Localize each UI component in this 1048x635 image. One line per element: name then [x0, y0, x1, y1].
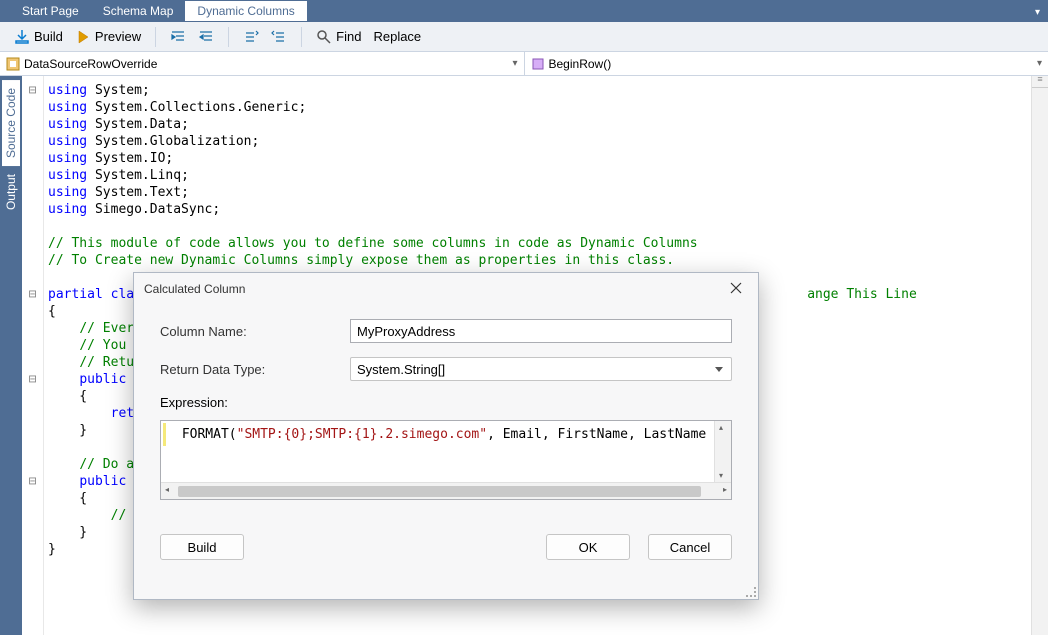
side-tab-output[interactable]: Output — [2, 166, 20, 218]
cancel-button[interactable]: Cancel — [648, 534, 732, 560]
expression-label: Expression: — [160, 395, 732, 410]
dialog-titlebar[interactable]: Calculated Column — [134, 273, 758, 305]
scrollbar-thumb[interactable] — [178, 486, 701, 497]
fold-toggle[interactable]: ⊟ — [22, 286, 43, 303]
find-button[interactable]: Find — [312, 27, 365, 47]
comment-button[interactable] — [239, 27, 263, 47]
preview-button[interactable]: Preview — [71, 27, 145, 47]
uncomment-button[interactable] — [267, 27, 291, 47]
class-name: DataSourceRowOverride — [24, 57, 157, 71]
class-selector[interactable]: DataSourceRowOverride ▾ — [0, 52, 525, 75]
member-navigation: DataSourceRowOverride ▾ BeginRow() ▾ — [0, 52, 1048, 76]
vertical-scrollbar[interactable]: ≡ — [1031, 76, 1048, 635]
column-name-input[interactable] — [350, 319, 732, 343]
method-name: BeginRow() — [549, 57, 612, 71]
outdent-button[interactable] — [194, 27, 218, 47]
dialog-body: Column Name: Return Data Type: System.St… — [134, 305, 758, 514]
dialog-title-text: Calculated Column — [144, 282, 245, 296]
return-type-label: Return Data Type: — [160, 362, 350, 377]
resize-grip[interactable] — [744, 585, 756, 597]
outdent-icon — [198, 29, 214, 45]
expr-vertical-scrollbar[interactable] — [714, 421, 731, 482]
tab-dynamic-columns[interactable]: Dynamic Columns — [185, 1, 306, 21]
editor-gutter: ⊟ ⊟ ⊟ ⊟ — [22, 76, 44, 635]
calculated-column-dialog: Calculated Column Column Name: Return Da… — [133, 272, 759, 600]
replace-button[interactable]: Replace — [369, 27, 425, 46]
play-icon — [75, 29, 91, 45]
toolbar-divider — [301, 27, 302, 47]
expression-code[interactable]: FORMAT("SMTP:{0};SMTP:{1}.2.simego.com",… — [163, 423, 729, 446]
toolbar-divider — [155, 27, 156, 47]
fold-toggle[interactable]: ⊟ — [22, 473, 43, 490]
indent-button[interactable] — [166, 27, 190, 47]
return-type-select[interactable]: System.String[] — [350, 357, 732, 381]
chevron-down-icon: ▾ — [512, 58, 517, 69]
tab-schema-map[interactable]: Schema Map — [91, 1, 186, 21]
indent-icon — [170, 29, 186, 45]
find-label: Find — [336, 29, 361, 44]
expression-editor[interactable]: FORMAT("SMTP:{0};SMTP:{1}.2.simego.com",… — [160, 420, 732, 500]
column-name-label: Column Name: — [160, 324, 350, 339]
comment-icon — [243, 29, 259, 45]
uncomment-icon — [271, 29, 287, 45]
tabs-overflow-button[interactable] — [1035, 4, 1048, 18]
chevron-down-icon: ▾ — [1037, 58, 1042, 69]
search-icon — [316, 29, 332, 45]
dialog-build-button[interactable]: Build — [160, 534, 244, 560]
method-icon — [531, 57, 545, 71]
document-tabs: Start Page Schema Map Dynamic Columns — [0, 0, 1048, 22]
build-icon — [14, 29, 30, 45]
expr-horizontal-scrollbar[interactable] — [161, 482, 731, 499]
build-label: Build — [34, 29, 63, 44]
dialog-buttons: Build OK Cancel — [134, 534, 758, 560]
member-selector[interactable]: BeginRow() ▾ — [525, 52, 1048, 75]
ok-button[interactable]: OK — [546, 534, 630, 560]
close-icon — [730, 282, 742, 294]
side-tabs: Source Code Output — [0, 76, 22, 635]
return-type-value: System.String[] — [357, 362, 445, 377]
fold-toggle[interactable]: ⊟ — [22, 82, 43, 99]
toolbar: Build Preview Find Replace — [0, 22, 1048, 52]
fold-toggle[interactable]: ⊟ — [22, 371, 43, 388]
split-handle[interactable]: ≡ — [1032, 76, 1048, 88]
close-button[interactable] — [724, 279, 748, 299]
tab-start-page[interactable]: Start Page — [10, 1, 91, 21]
build-button[interactable]: Build — [10, 27, 67, 47]
preview-label: Preview — [95, 29, 141, 44]
toolbar-divider — [228, 27, 229, 47]
replace-label: Replace — [373, 29, 421, 44]
side-tab-source-code[interactable]: Source Code — [2, 80, 20, 166]
class-icon — [6, 57, 20, 71]
